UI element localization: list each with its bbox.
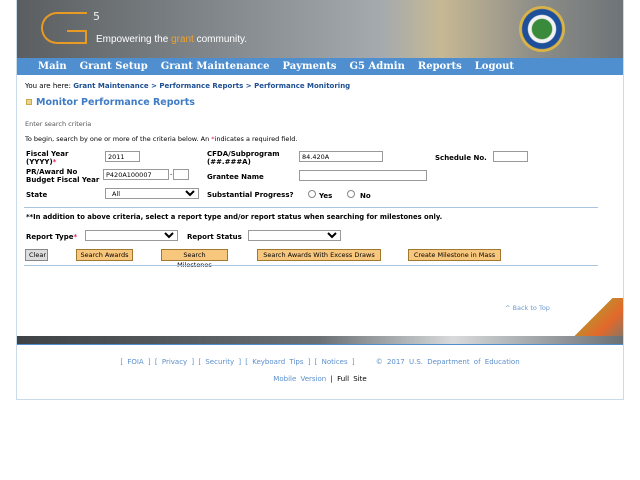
nav-grant-setup[interactable]: Grant Setup bbox=[80, 58, 148, 75]
award-label-2: Budget Fiscal Year bbox=[26, 176, 100, 184]
cfda-label: CFDA/Subprogram (##.###A) bbox=[207, 150, 280, 166]
footer-security[interactable]: Security bbox=[205, 358, 234, 366]
g5-logo-5: 5 bbox=[93, 10, 100, 23]
award-number-input[interactable] bbox=[103, 169, 169, 180]
budget-fiscal-year-input[interactable] bbox=[173, 169, 189, 180]
breadcrumb-performance-reports[interactable]: Performance Reports bbox=[159, 82, 243, 90]
breadcrumb-sep: > bbox=[243, 82, 255, 90]
breadcrumb-prefix: You are here: bbox=[25, 82, 74, 90]
breadcrumb-grant-maintenance[interactable]: Grant Maintenance bbox=[73, 82, 148, 90]
report-type-text: Report Type bbox=[26, 233, 74, 241]
footer-keyboard-tips[interactable]: Keyboard Tips bbox=[252, 358, 303, 366]
breadcrumb-performance-monitoring: Performance Monitoring bbox=[254, 82, 351, 90]
progress-yes-label: Yes bbox=[319, 192, 333, 200]
nav-grant-maintenance[interactable]: Grant Maintenance bbox=[161, 58, 270, 75]
intro-text: To begin, search by one or more of the c… bbox=[25, 135, 297, 143]
progress-label: Substantial Progress? bbox=[207, 191, 294, 199]
award-label-1: PR/Award No bbox=[26, 168, 78, 176]
footer-notices[interactable]: Notices bbox=[322, 358, 348, 366]
nav-g5-admin[interactable]: G5 Admin bbox=[350, 58, 405, 75]
version-sep: | bbox=[330, 375, 333, 383]
fy-label-2: (YYYY) bbox=[26, 158, 53, 166]
nav-main[interactable]: Main bbox=[38, 58, 67, 75]
page-icon bbox=[26, 99, 32, 105]
page-title: Monitor Performance Reports bbox=[26, 97, 195, 108]
footer-foia[interactable]: FOIA bbox=[127, 358, 143, 366]
footer-privacy[interactable]: Privacy bbox=[162, 358, 187, 366]
intro-text-2: indicates a required field. bbox=[214, 135, 298, 143]
grantee-label: Grantee Name bbox=[207, 173, 264, 181]
classroom-image bbox=[572, 298, 623, 336]
back-to-top-link[interactable]: ^ Back to Top bbox=[505, 304, 550, 312]
fiscal-year-input[interactable] bbox=[105, 151, 140, 162]
progress-no-label: No bbox=[360, 192, 371, 200]
search-awards-button[interactable]: Search Awards bbox=[76, 249, 133, 261]
cfda-label-2: (##.###A) bbox=[207, 158, 251, 166]
progress-no-radio[interactable] bbox=[347, 190, 355, 198]
g5-logo-bar bbox=[67, 30, 87, 44]
tagline-pre: Empowering the bbox=[96, 34, 172, 45]
state-select[interactable]: All bbox=[105, 188, 199, 199]
main-nav: Main Grant Setup Grant Maintenance Payme… bbox=[17, 58, 623, 75]
footer-version: Mobile Version | Full Site bbox=[17, 375, 623, 383]
intro-text-1: To begin, search by one or more of the c… bbox=[25, 135, 212, 143]
tagline-post: community. bbox=[193, 34, 248, 45]
award-dash: - bbox=[170, 170, 173, 178]
breadcrumb: You are here: Grant Maintenance > Perfor… bbox=[25, 82, 350, 90]
create-milestone-mass-button[interactable]: Create Milestone in Mass bbox=[408, 249, 501, 261]
page-title-text: Monitor Performance Reports bbox=[36, 97, 195, 108]
copyright: © 2017 U.S. Department of Education bbox=[375, 358, 520, 366]
nav-logout[interactable]: Logout bbox=[475, 58, 514, 75]
clear-button[interactable]: Clear bbox=[25, 249, 48, 261]
required-mark: * bbox=[73, 233, 78, 241]
schedule-label: Schedule No. bbox=[435, 154, 487, 162]
footer-links: [ FOIA ] [ Privacy ] [ Security ] [ Keyb… bbox=[120, 358, 520, 366]
tagline: Empowering the grant community. bbox=[96, 34, 247, 45]
nav-payments[interactable]: Payments bbox=[282, 58, 336, 75]
tagline-accent: grant bbox=[171, 34, 194, 45]
divider bbox=[24, 265, 598, 266]
cfda-label-1: CFDA/Subprogram bbox=[207, 150, 280, 158]
schedule-input[interactable] bbox=[493, 151, 528, 162]
fiscal-year-label: Fiscal Year (YYYY)* bbox=[26, 150, 68, 166]
cfda-input[interactable] bbox=[299, 151, 383, 162]
report-status-select[interactable] bbox=[248, 230, 341, 241]
report-type-select[interactable] bbox=[85, 230, 178, 241]
required-mark: * bbox=[52, 158, 57, 166]
search-milestones-button[interactable]: Search Milestones bbox=[161, 249, 228, 269]
full-site-label: Full Site bbox=[337, 375, 367, 383]
progress-yes-radio[interactable] bbox=[308, 190, 316, 198]
milestone-note: **In addition to above criteria, select … bbox=[26, 213, 443, 221]
report-type-label: Report Type* bbox=[26, 233, 77, 241]
grantee-input[interactable] bbox=[299, 170, 427, 181]
header-banner: 5 Empowering the grant community. bbox=[17, 0, 623, 58]
page-container: 5 Empowering the grant community. Main G… bbox=[16, 0, 624, 400]
award-label: PR/Award No Budget Fiscal Year bbox=[26, 168, 99, 184]
nav-reports[interactable]: Reports bbox=[418, 58, 462, 75]
mobile-version-link[interactable]: Mobile Version bbox=[273, 375, 326, 383]
divider bbox=[24, 207, 598, 208]
footer-strip bbox=[17, 336, 623, 345]
report-status-label: Report Status bbox=[187, 233, 242, 241]
breadcrumb-sep: > bbox=[148, 82, 160, 90]
state-label: State bbox=[26, 191, 48, 199]
fy-label-1: Fiscal Year bbox=[26, 150, 69, 158]
section-heading: Enter search criteria bbox=[25, 120, 92, 128]
search-excess-draws-button[interactable]: Search Awards With Excess Draws bbox=[257, 249, 381, 261]
education-seal-icon bbox=[519, 6, 565, 52]
